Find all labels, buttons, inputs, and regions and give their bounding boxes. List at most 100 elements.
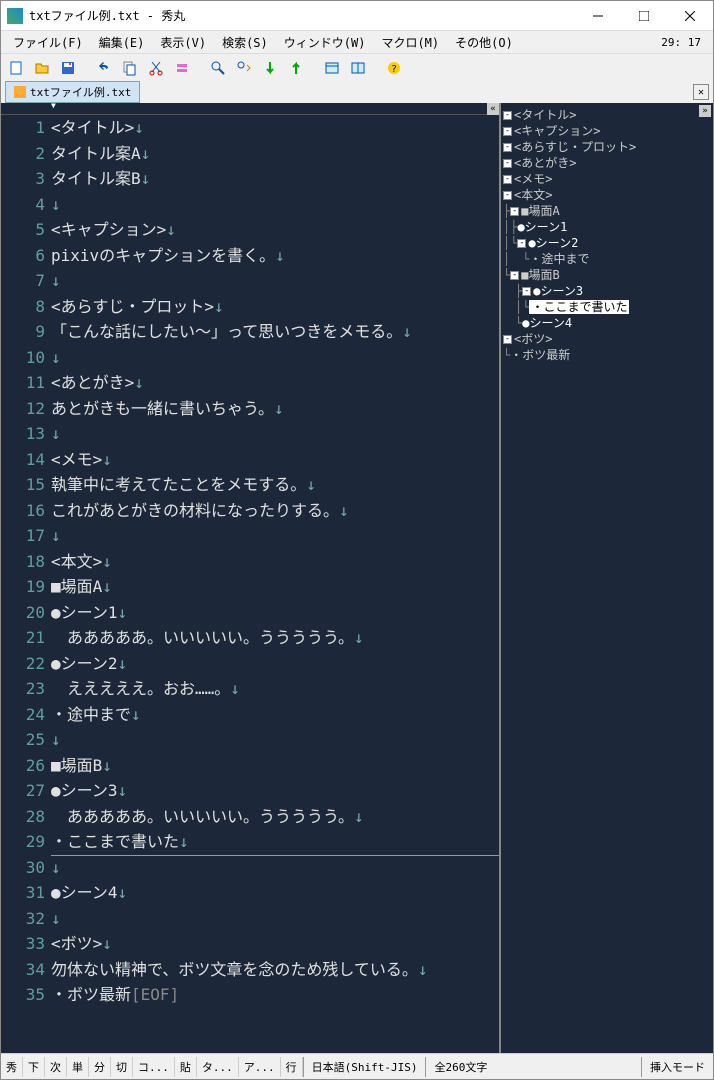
status-button[interactable]: 行 xyxy=(281,1057,303,1077)
code-line[interactable]: あああああ。いいいいい。ううううう。↓ xyxy=(51,625,499,651)
code-line[interactable]: あとがきも一緒に書いちゃう。↓ xyxy=(51,396,499,422)
code-line[interactable]: ・ここまで書いた↓ xyxy=(51,829,499,855)
code-line[interactable]: ■場面B↓ xyxy=(51,753,499,779)
outline-item[interactable]: ├-■場面A xyxy=(503,203,711,219)
code-line[interactable]: <あらすじ・プロット>↓ xyxy=(51,294,499,320)
search-icon[interactable] xyxy=(207,57,229,79)
open-file-icon[interactable] xyxy=(31,57,53,79)
tab-close-button[interactable]: ✕ xyxy=(693,84,709,100)
outline-item[interactable]: └・ボツ最新 xyxy=(503,347,711,363)
code-line[interactable]: <メモ>↓ xyxy=(51,447,499,473)
menu-macro[interactable]: マクロ(M) xyxy=(373,32,447,53)
status-button[interactable]: 下 xyxy=(23,1057,45,1077)
status-button[interactable]: 貼 xyxy=(175,1057,197,1077)
outline-item[interactable]: ├-●シーン3 xyxy=(503,283,711,299)
menu-other[interactable]: その他(O) xyxy=(447,32,521,53)
code-line[interactable]: ↓ xyxy=(51,345,499,371)
split-icon[interactable] xyxy=(347,57,369,79)
code-line[interactable]: ↓ xyxy=(51,523,499,549)
tree-toggle-icon[interactable]: - xyxy=(522,287,531,296)
code-line[interactable]: えええええ。おお……。↓ xyxy=(51,676,499,702)
status-button[interactable]: 単 xyxy=(67,1057,89,1077)
outline-item[interactable]: └●シーン4 xyxy=(503,315,711,331)
code-line[interactable]: pixivのキャプションを書く。↓ xyxy=(51,243,499,269)
code-line[interactable]: ●シーン4↓ xyxy=(51,880,499,906)
minimize-button[interactable] xyxy=(575,1,621,31)
outline-item[interactable]: -<あらすじ・プロット> xyxy=(503,139,711,155)
code-line[interactable]: <あとがき>↓ xyxy=(51,370,499,396)
file-tab[interactable]: txtファイル例.txt xyxy=(5,81,140,103)
code-line[interactable]: 勿体ない精神で、ボツ文章を念のため残している。↓ xyxy=(51,957,499,983)
tree-toggle-icon[interactable]: - xyxy=(503,159,512,168)
status-button[interactable]: タ... xyxy=(197,1057,239,1077)
menu-view[interactable]: 表示(V) xyxy=(152,32,214,53)
tree-toggle-icon[interactable]: - xyxy=(510,207,519,216)
code-area[interactable]: <タイトル>↓タイトル案A↓タイトル案B↓↓<キャプション>↓pixivのキャプ… xyxy=(51,115,499,1053)
undo-icon[interactable] xyxy=(93,57,115,79)
outline-item[interactable]: -<キャプション> xyxy=(503,123,711,139)
code-line[interactable]: <キャプション>↓ xyxy=(51,217,499,243)
save-file-icon[interactable] xyxy=(57,57,79,79)
code-line[interactable]: <ボツ>↓ xyxy=(51,931,499,957)
tree-toggle-icon[interactable]: - xyxy=(510,271,519,280)
code-line[interactable]: ↓ xyxy=(51,855,499,881)
outline-item[interactable]: -<タイトル> xyxy=(503,107,711,123)
status-button[interactable]: 切 xyxy=(111,1057,133,1077)
search-up-icon[interactable] xyxy=(285,57,307,79)
tree-toggle-icon[interactable]: - xyxy=(517,239,526,248)
collapse-outline-button[interactable]: » xyxy=(699,105,711,117)
status-button[interactable]: 分 xyxy=(89,1057,111,1077)
outline-item[interactable]: │└-●シーン2 xyxy=(503,235,711,251)
tree-toggle-icon[interactable]: - xyxy=(503,335,512,344)
tree-toggle-icon[interactable]: - xyxy=(503,175,512,184)
search-next-icon[interactable] xyxy=(233,57,255,79)
status-encoding[interactable]: 日本語(Shift-JIS) xyxy=(303,1057,426,1077)
window-icon[interactable] xyxy=(321,57,343,79)
code-line[interactable]: ・途中まで↓ xyxy=(51,702,499,728)
new-file-icon[interactable] xyxy=(5,57,27,79)
tree-toggle-icon[interactable]: - xyxy=(503,127,512,136)
status-button[interactable]: 次 xyxy=(45,1057,67,1077)
outline-item[interactable]: -<あとがき> xyxy=(503,155,711,171)
close-button[interactable] xyxy=(667,1,713,31)
menu-window[interactable]: ウィンドウ(W) xyxy=(276,32,374,53)
code-line[interactable]: タイトル案B↓ xyxy=(51,166,499,192)
code-line[interactable]: <本文>↓ xyxy=(51,549,499,575)
collapse-ruler-button[interactable]: « xyxy=(487,103,499,115)
code-line[interactable]: ↓ xyxy=(51,906,499,932)
status-button[interactable]: コ... xyxy=(133,1057,175,1077)
search-down-icon[interactable] xyxy=(259,57,281,79)
cut-icon[interactable] xyxy=(145,57,167,79)
menu-edit[interactable]: 編集(E) xyxy=(91,32,153,53)
code-line[interactable]: 執筆中に考えてたことをメモする。↓ xyxy=(51,472,499,498)
code-line[interactable]: ↓ xyxy=(51,727,499,753)
code-line[interactable]: ●シーン3↓ xyxy=(51,778,499,804)
outline-item[interactable]: │ └・途中まで xyxy=(503,251,711,267)
status-button[interactable]: 秀 xyxy=(1,1057,23,1077)
menu-search[interactable]: 検索(S) xyxy=(214,32,276,53)
code-line[interactable]: <タイトル>↓ xyxy=(51,115,499,141)
code-line[interactable]: ↓ xyxy=(51,421,499,447)
outline-item[interactable]: -<本文> xyxy=(503,187,711,203)
outline-item[interactable]: └-■場面B xyxy=(503,267,711,283)
code-line[interactable]: ●シーン2↓ xyxy=(51,651,499,677)
code-line[interactable]: ↓ xyxy=(51,268,499,294)
paste-icon[interactable] xyxy=(171,57,193,79)
code-line[interactable]: ↓ xyxy=(51,192,499,218)
tree-toggle-icon[interactable]: - xyxy=(503,191,512,200)
tree-toggle-icon[interactable]: - xyxy=(503,111,512,120)
status-mode[interactable]: 挿入モード xyxy=(641,1057,713,1077)
code-line[interactable]: ・ボツ最新[EOF] xyxy=(51,982,499,1008)
outline-item[interactable]: │└・ここまで書いた xyxy=(503,299,711,315)
code-line[interactable]: ●シーン1↓ xyxy=(51,600,499,626)
outline-item[interactable]: │├●シーン1 xyxy=(503,219,711,235)
menu-file[interactable]: ファイル(F) xyxy=(5,32,91,53)
code-line[interactable]: あああああ。いいいいい。ううううう。↓ xyxy=(51,804,499,830)
outline-item[interactable]: -<メモ> xyxy=(503,171,711,187)
maximize-button[interactable] xyxy=(621,1,667,31)
code-line[interactable]: ■場面A↓ xyxy=(51,574,499,600)
tree-toggle-icon[interactable]: - xyxy=(503,143,512,152)
outline-item[interactable]: -<ボツ> xyxy=(503,331,711,347)
code-line[interactable]: 「こんな話にしたい～」って思いつきをメモる。↓ xyxy=(51,319,499,345)
copy-icon[interactable] xyxy=(119,57,141,79)
